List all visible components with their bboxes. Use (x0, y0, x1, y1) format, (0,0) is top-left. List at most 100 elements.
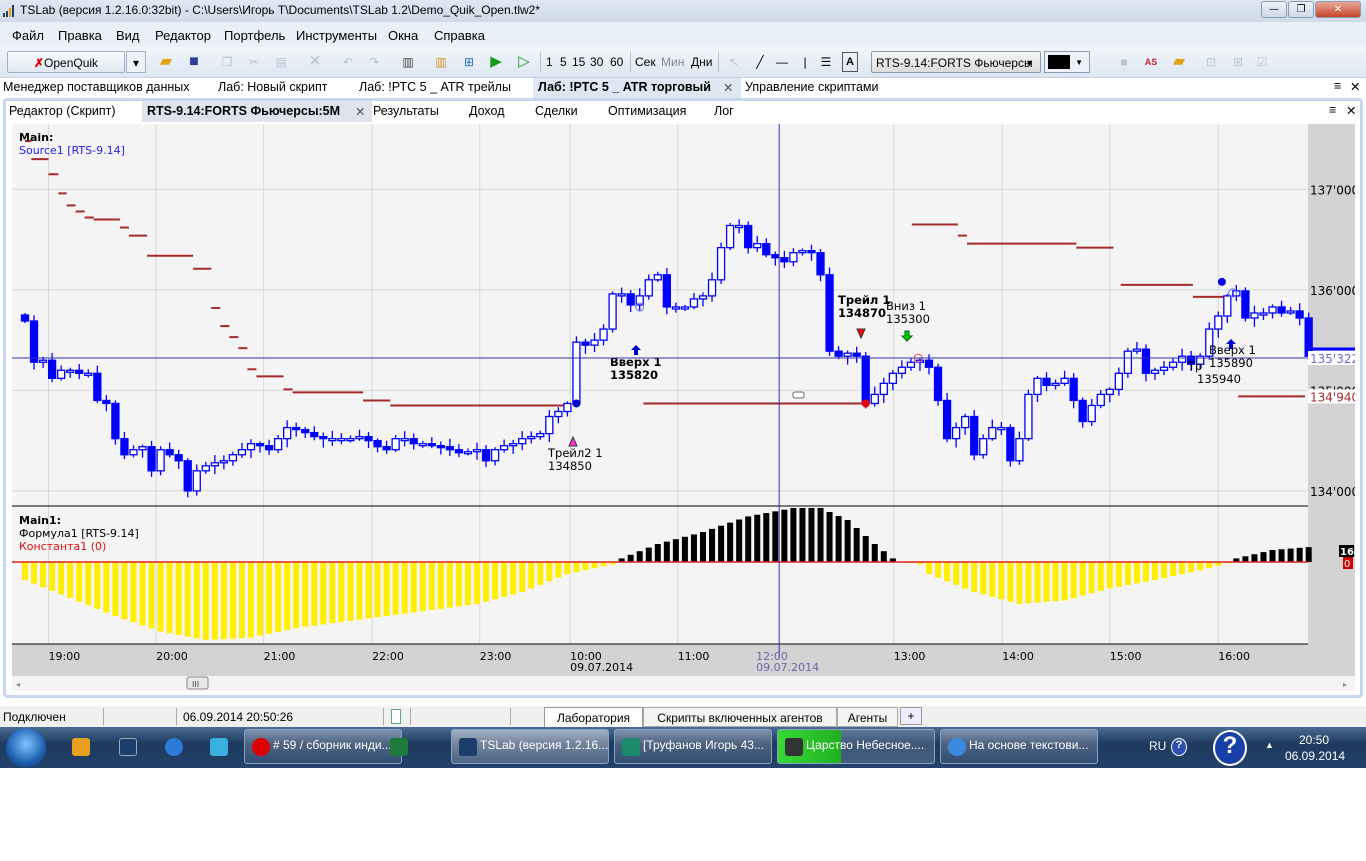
menu-portfolio[interactable]: Портфель (224, 28, 285, 43)
diagram-icon[interactable]: ⊞ (458, 51, 480, 73)
unit-seconds[interactable]: Сек (635, 51, 656, 73)
oscillator-bar (211, 562, 218, 640)
taskbar-item-opera[interactable]: # 59 / сборник инди... (244, 729, 402, 764)
messenger-pin-icon[interactable] (165, 738, 183, 756)
app-pin-icon[interactable] (210, 738, 228, 756)
save-as-icon[interactable]: AS (1141, 51, 1161, 73)
provider-dropdown-button[interactable]: ▾ (126, 51, 146, 73)
tab-script-management[interactable]: Управление скриптами (745, 80, 879, 94)
menu-editor[interactable]: Редактор (155, 28, 211, 43)
candle (888, 370, 897, 391)
check-layout-icon[interactable]: ☑ (1252, 51, 1272, 73)
color-select[interactable]: ▼ (1044, 51, 1090, 73)
tab-trades[interactable]: Сделки (535, 104, 578, 118)
taskbar-item-quik[interactable]: [Труфанов Игорь 43... (614, 729, 772, 764)
levels-icon[interactable]: ☰ (818, 51, 834, 73)
price-chart[interactable]: Вверх 1 135820 Трейл2 1 134850 Трейл 1 134870… (12, 124, 1359, 691)
candle-body (870, 393, 879, 405)
tab-income[interactable]: Доход (469, 104, 505, 118)
interval-1[interactable]: 1 (546, 51, 553, 73)
notes-icon[interactable] (391, 709, 401, 724)
menu-windows[interactable]: Окна (388, 28, 418, 43)
excel-pin-icon[interactable] (390, 738, 408, 756)
start-button[interactable] (6, 728, 46, 768)
horizontal-line-icon[interactable]: — (774, 51, 790, 73)
tab-agent-scripts[interactable]: Скрипты включенных агентов (643, 707, 837, 727)
menu-tools[interactable]: Инструменты (296, 28, 377, 43)
taskbar-pin-icon[interactable] (72, 738, 90, 756)
menu-edit[interactable]: Правка (58, 28, 102, 43)
tab-agents[interactable]: Агенты (837, 707, 898, 727)
tab-log[interactable]: Лог (714, 104, 734, 118)
pane-menu-icon[interactable]: ≡ (1334, 79, 1341, 93)
run-icon[interactable]: ▶ (486, 51, 506, 73)
properties-icon[interactable]: ▥ (397, 51, 419, 73)
help-small-icon[interactable]: ? (1171, 738, 1187, 756)
tab-editor[interactable]: Редактор (Скрипт) (9, 104, 116, 118)
menu-help[interactable]: Справка (434, 28, 485, 43)
scroll-left-icon[interactable]: ◂ (16, 680, 20, 689)
layout2-icon[interactable]: ⊞ (1228, 51, 1248, 73)
save-disabled-icon[interactable]: ■ (1114, 51, 1134, 73)
close-tab-icon[interactable]: ✕ (723, 80, 733, 95)
scroll-right-icon[interactable]: ▸ (1343, 680, 1347, 689)
tab-data-provider-manager[interactable]: Менеджер поставщиков данных (3, 80, 190, 94)
tab-lab-atr-trading[interactable]: Лаб: !РТС 5 _ ATR торговый ✕ (533, 78, 741, 98)
show-hidden-icons[interactable]: ▲ (1265, 740, 1274, 750)
help-large-icon[interactable]: ? (1213, 730, 1247, 766)
candle (933, 363, 943, 406)
instrument-select[interactable]: RTS-9.14:FORTS Фьючерсы ▼ (871, 51, 1041, 73)
interval-15[interactable]: 15 (572, 51, 585, 73)
pointer-icon[interactable]: ↖ (726, 51, 742, 73)
drag-handle[interactable] (792, 391, 805, 399)
paste-icon[interactable]: ▤ (270, 51, 292, 73)
menu-file[interactable]: Файл (12, 28, 44, 43)
pane-menu-icon[interactable]: ≡ (1329, 103, 1336, 117)
tab-chart[interactable]: RTS-9.14:FORTS Фьючерсы:5M ✕ (142, 101, 372, 122)
text-tool-icon[interactable]: A (842, 52, 858, 72)
open-folder-icon[interactable]: ▰ (155, 51, 177, 73)
interval-5[interactable]: 5 (560, 51, 567, 73)
unit-days[interactable]: Дни (691, 51, 712, 73)
close-button[interactable]: ✕ (1315, 1, 1361, 18)
minimize-button[interactable]: — (1261, 1, 1287, 18)
open-icon[interactable]: ▰ (1168, 51, 1190, 73)
tab-lab-atr-trails[interactable]: Лаб: !РТС 5 _ ATR трейлы (359, 80, 511, 94)
copy-icon[interactable]: ❐ (216, 51, 238, 73)
tab-lab-new-script[interactable]: Лаб: Новый скрипт (218, 80, 327, 94)
trend-line-icon[interactable]: ╱ (752, 51, 768, 73)
unit-minutes[interactable]: Мин (661, 51, 684, 73)
cut-icon[interactable]: ✂ (243, 51, 265, 73)
tab-optimization[interactable]: Оптимизация (608, 104, 686, 118)
candle-body (906, 361, 916, 368)
vertical-line-icon[interactable]: | (797, 51, 813, 73)
taskbar-item-ie[interactable]: На основе текстови... (940, 729, 1098, 764)
chart-canvas[interactable]: Вверх 1135820 Трейл2 1134850 Трейл 1134870… (12, 124, 1359, 691)
interval-30[interactable]: 30 (590, 51, 603, 73)
run-all-icon[interactable]: ▷ (514, 51, 534, 73)
candle-body (644, 279, 653, 297)
delete-icon[interactable]: ✕ (304, 51, 326, 73)
layout-icon[interactable]: ⊡ (1201, 51, 1221, 73)
taskbar-item-video[interactable]: Царство Небесное.... (777, 729, 935, 764)
menu-view[interactable]: Вид (116, 28, 140, 43)
close-tab-icon[interactable]: ✕ (355, 104, 365, 119)
redo-icon[interactable]: ↷ (363, 51, 385, 73)
provider-button[interactable]: ✗OpenQuik (7, 51, 125, 73)
save-icon[interactable]: ■ (183, 51, 205, 73)
tab-results[interactable]: Результаты (373, 104, 439, 118)
pane-close-icon[interactable]: ✕ (1346, 103, 1356, 118)
undo-icon[interactable]: ↶ (337, 51, 359, 73)
chart-icon[interactable]: ▥ (430, 51, 452, 73)
tslab-pin-icon[interactable] (119, 738, 137, 756)
oscillator-bar (663, 541, 670, 562)
tab-laboratory[interactable]: Лаборатория (544, 707, 643, 727)
language-indicator[interactable]: RU (1149, 739, 1166, 753)
oscillator-bar (437, 562, 444, 609)
add-tab-button[interactable]: + (900, 707, 922, 725)
taskbar-item-tslab[interactable]: TSLab (версия 1.2.16... (451, 729, 609, 764)
maximize-button[interactable]: ❐ (1288, 1, 1314, 18)
pane-close-icon[interactable]: ✕ (1350, 79, 1360, 94)
horizontal-scrollbar[interactable] (12, 676, 1355, 691)
interval-60[interactable]: 60 (610, 51, 623, 73)
